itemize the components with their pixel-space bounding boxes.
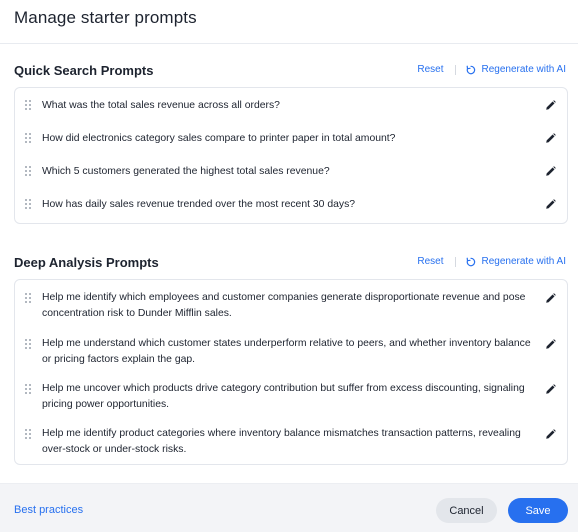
quick-reset-link[interactable]: Reset <box>417 64 443 75</box>
save-button[interactable]: Save <box>508 498 568 523</box>
deep-section-actions: Reset Regenerate with AI <box>417 256 566 267</box>
pencil-icon[interactable] <box>545 384 556 395</box>
quick-regenerate-button[interactable]: Regenerate with AI <box>466 64 567 75</box>
pencil-icon[interactable] <box>545 293 556 304</box>
pencil-icon[interactable] <box>545 199 556 210</box>
cancel-button[interactable]: Cancel <box>436 498 497 523</box>
quick-section-header: Quick Search Prompts Reset Regenerate wi… <box>14 61 568 81</box>
prompt-item: How did electronics category sales compa… <box>15 130 567 147</box>
deep-reset-link[interactable]: Reset <box>417 256 443 267</box>
dialog-header: Manage starter prompts <box>0 0 578 44</box>
quick-regenerate-label: Regenerate with AI <box>481 64 567 75</box>
drag-handle-icon[interactable] <box>25 100 32 111</box>
prompt-item: Help me uncover which products drive cat… <box>15 380 567 412</box>
refresh-icon <box>466 65 475 74</box>
prompt-item: What was the total sales revenue across … <box>15 97 567 114</box>
pencil-icon[interactable] <box>545 133 556 144</box>
drag-handle-icon[interactable] <box>25 293 32 304</box>
divider <box>454 64 456 75</box>
prompt-text: Help me identify which employees and cus… <box>42 292 526 319</box>
drag-handle-icon[interactable] <box>25 133 32 144</box>
prompt-text: Help me uncover which products drive cat… <box>42 383 525 410</box>
prompt-text: How did electronics category sales compa… <box>42 133 396 144</box>
dialog-footer: Best practices Cancel Save <box>0 483 578 532</box>
pencil-icon[interactable] <box>545 166 556 177</box>
prompt-item: Help me identify which employees and cus… <box>15 289 567 321</box>
quick-section-actions: Reset Regenerate with AI <box>417 64 566 75</box>
divider <box>454 256 456 267</box>
prompt-text: Which 5 customers generated the highest … <box>42 166 330 177</box>
refresh-icon <box>466 257 475 266</box>
prompt-item: Help me understand which customer states… <box>15 335 567 367</box>
pencil-icon[interactable] <box>545 339 556 350</box>
deep-regenerate-button[interactable]: Regenerate with AI <box>466 256 567 267</box>
quick-section-title: Quick Search Prompts <box>14 63 154 78</box>
prompt-item: Help me identify product categories wher… <box>15 425 567 457</box>
prompt-item: How has daily sales revenue trended over… <box>15 196 567 213</box>
drag-handle-icon[interactable] <box>25 166 32 177</box>
deep-section-header: Deep Analysis Prompts Reset Regenerate w… <box>14 253 568 273</box>
drag-handle-icon[interactable] <box>25 429 32 440</box>
pencil-icon[interactable] <box>545 429 556 440</box>
quick-prompts-list: What was the total sales revenue across … <box>14 87 568 224</box>
prompt-text: Help me understand which customer states… <box>42 338 531 365</box>
drag-handle-icon[interactable] <box>25 199 32 210</box>
deep-prompts-list: Help me identify which employees and cus… <box>14 279 568 465</box>
prompt-text: How has daily sales revenue trended over… <box>42 199 356 210</box>
best-practices-link[interactable]: Best practices <box>14 504 83 516</box>
prompt-text: Help me identify product categories wher… <box>42 428 521 455</box>
prompt-text: What was the total sales revenue across … <box>42 100 280 111</box>
dialog-title: Manage starter prompts <box>14 8 197 27</box>
deep-regenerate-label: Regenerate with AI <box>481 256 567 267</box>
prompt-item: Which 5 customers generated the highest … <box>15 163 567 180</box>
pencil-icon[interactable] <box>545 100 556 111</box>
drag-handle-icon[interactable] <box>25 339 32 350</box>
deep-section-title: Deep Analysis Prompts <box>14 255 159 270</box>
drag-handle-icon[interactable] <box>25 384 32 395</box>
